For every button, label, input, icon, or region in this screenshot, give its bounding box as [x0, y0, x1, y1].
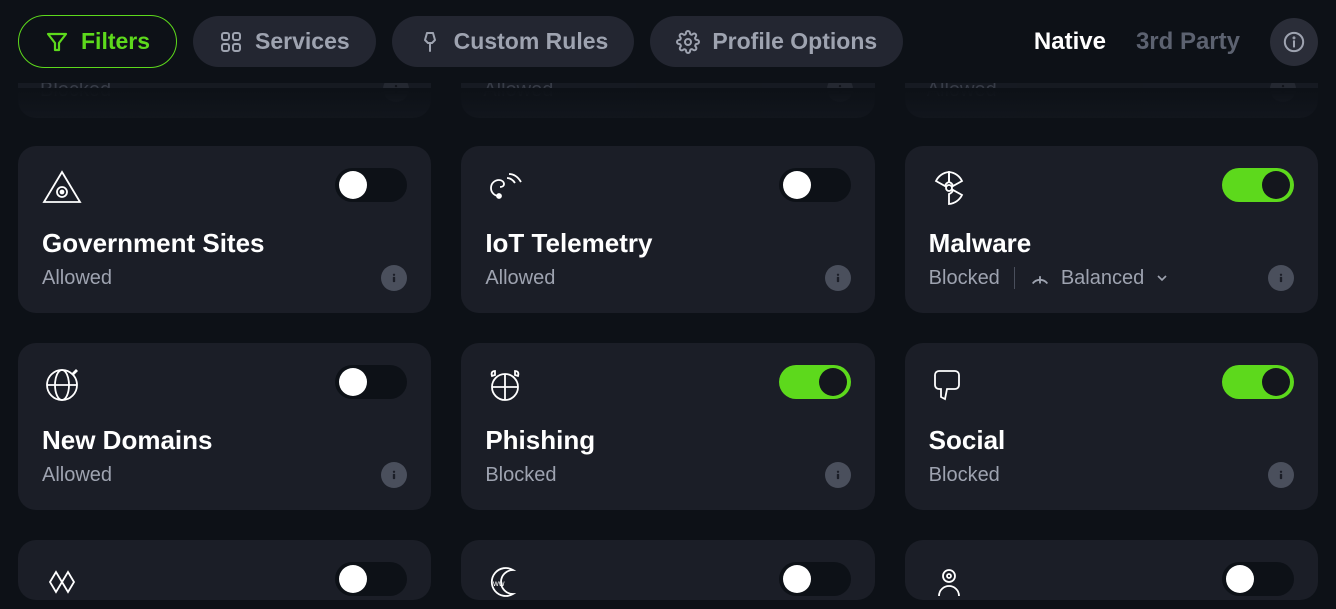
- card-title: New Domains: [42, 425, 407, 456]
- tab-custom-rules[interactable]: Custom Rules: [392, 16, 635, 67]
- card-status: Blocked: [929, 267, 1000, 290]
- pin-icon: [418, 30, 442, 54]
- card-status: Allowed: [42, 464, 112, 487]
- radioactive-icon: [929, 168, 969, 208]
- filter-card-new-domains: New Domains Allowed: [18, 343, 431, 510]
- card-title: Social: [929, 425, 1294, 456]
- next-row-partial: ww: [18, 540, 1318, 600]
- header-right-group: Native 3rd Party: [1034, 18, 1318, 66]
- spy-icon: [929, 562, 969, 600]
- gauge-icon: [1029, 267, 1051, 289]
- header-tabs-bar: Filters Services Custom Rules Profile Op…: [0, 0, 1336, 83]
- toggle-partial[interactable]: [779, 562, 851, 596]
- card-info-button[interactable]: [1268, 265, 1294, 291]
- card-title: IoT Telemetry: [485, 228, 850, 259]
- toggle-partial[interactable]: [335, 562, 407, 596]
- card-status: Allowed: [485, 267, 555, 290]
- signal-swirl-icon: [485, 168, 525, 208]
- devil-globe-icon: [485, 365, 525, 405]
- card-info-button[interactable]: [381, 462, 407, 488]
- filter-card-iot-telemetry: IoT Telemetry Allowed: [461, 146, 874, 313]
- divider: [1014, 267, 1015, 289]
- filter-card-government-sites: Government Sites Allowed: [18, 146, 431, 313]
- globe-new-icon: [42, 365, 82, 405]
- torrent-icon: [42, 562, 82, 600]
- mode-label: Balanced: [1061, 267, 1144, 290]
- filter-card-phishing: Phishing Blocked: [461, 343, 874, 510]
- card-info-button[interactable]: [1268, 462, 1294, 488]
- card-status: Blocked: [929, 464, 1000, 487]
- card-info-button[interactable]: [825, 265, 851, 291]
- toggle-partial[interactable]: [1222, 562, 1294, 596]
- tab-label: Profile Options: [712, 28, 877, 55]
- filter-icon: [45, 30, 69, 54]
- chevron-down-icon: [1154, 270, 1170, 286]
- card-status: Allowed: [42, 267, 112, 290]
- filter-card-social: Social Blocked: [905, 343, 1318, 510]
- card-info-button[interactable]: [825, 462, 851, 488]
- eye-triangle-icon: [42, 168, 82, 208]
- www-moon-icon: ww: [485, 562, 525, 600]
- view-toggle-3rd-party[interactable]: 3rd Party: [1136, 28, 1240, 56]
- toggle-social[interactable]: [1222, 365, 1294, 399]
- tab-profile-options[interactable]: Profile Options: [650, 16, 903, 67]
- gear-icon: [676, 30, 700, 54]
- tab-label: Custom Rules: [454, 28, 609, 55]
- mode-selector-malware[interactable]: Balanced: [1029, 267, 1170, 290]
- toggle-iot-telemetry[interactable]: [779, 168, 851, 202]
- card-status: Blocked: [485, 464, 556, 487]
- tab-label: Filters: [81, 28, 150, 55]
- toggle-malware[interactable]: [1222, 168, 1294, 202]
- card-title: Government Sites: [42, 228, 407, 259]
- view-toggle-native[interactable]: Native: [1034, 28, 1106, 56]
- card-info-button[interactable]: [381, 265, 407, 291]
- header-info-button[interactable]: [1270, 18, 1318, 66]
- tab-label: Services: [255, 28, 350, 55]
- grid-icon: [219, 30, 243, 54]
- filters-grid-area: Blocked Allowed Allowed Government Sites…: [0, 23, 1336, 600]
- info-icon: [1283, 31, 1305, 53]
- card-title: Malware: [929, 228, 1294, 259]
- filter-card-malware: Malware Blocked Balanced: [905, 146, 1318, 313]
- card-title: Phishing: [485, 425, 850, 456]
- toggle-government-sites[interactable]: [335, 168, 407, 202]
- svg-text:ww: ww: [492, 579, 505, 588]
- partial-card: ww: [461, 540, 874, 600]
- tab-services[interactable]: Services: [193, 16, 376, 67]
- partial-card: [905, 540, 1318, 600]
- tab-filters[interactable]: Filters: [18, 15, 177, 68]
- thumbs-down-icon: [929, 365, 969, 405]
- toggle-phishing[interactable]: [779, 365, 851, 399]
- toggle-new-domains[interactable]: [335, 365, 407, 399]
- filter-cards-grid: Government Sites Allowed IoT Telemetry A…: [18, 146, 1318, 510]
- partial-card: [18, 540, 431, 600]
